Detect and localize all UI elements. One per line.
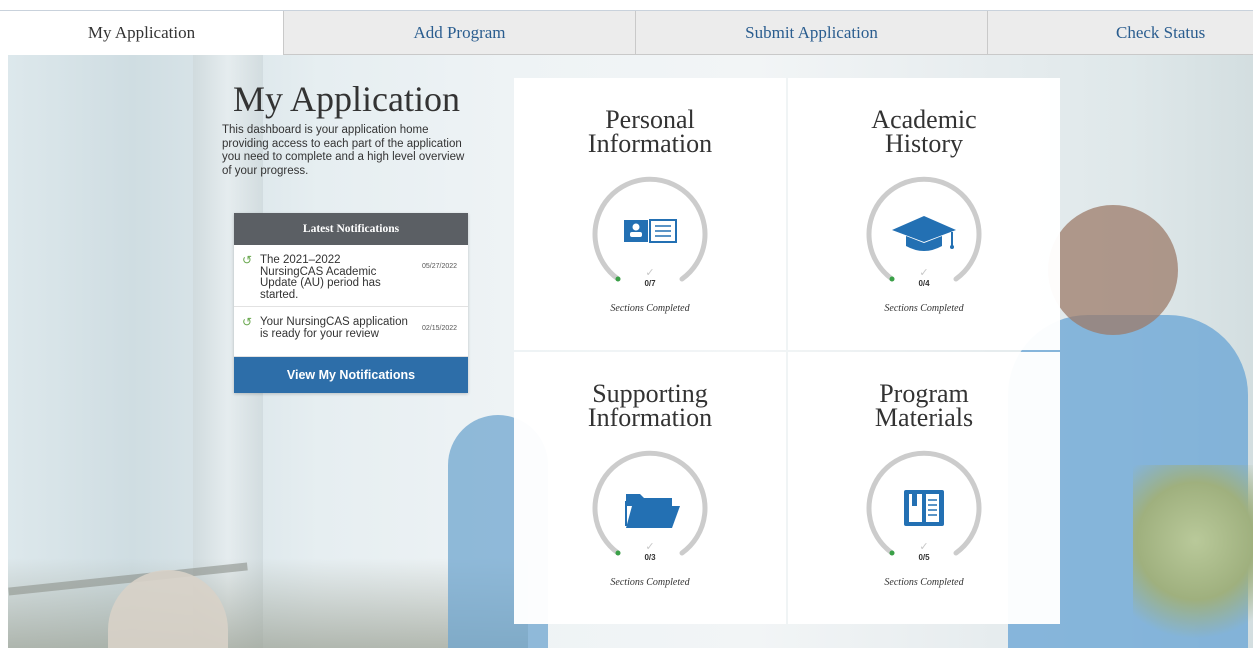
sections-count: 0/5: [918, 553, 930, 562]
card-program-materials[interactable]: Program Materials ✓ 0/5 Sections Complet…: [788, 352, 1060, 624]
card-academic-history[interactable]: Academic History ✓ 0/4 Sections Complete…: [788, 78, 1060, 350]
card-title: Personal Information: [587, 105, 713, 158]
page-description: This dashboard is your application home …: [222, 124, 465, 177]
check-icon: ✓: [919, 541, 929, 553]
card-supporting-information[interactable]: Supporting Information ✓ 0/3 Sections Co…: [514, 352, 786, 624]
tab-my-application[interactable]: My Application: [0, 11, 283, 55]
notification-item[interactable]: ↺ The 2021–2022 NursingCAS Academic Upda…: [234, 245, 468, 307]
section-cards: Personal Information ✓ 0/7 Sections Comp…: [514, 78, 1060, 624]
notification-date: 05/27/2022: [422, 263, 458, 270]
sections-completed-label: Sections Completed: [884, 303, 964, 314]
tab-check-status[interactable]: Check Status: [987, 11, 1253, 55]
tab-submit-application[interactable]: Submit Application: [635, 11, 987, 55]
notification-arrow-icon: ↺: [242, 315, 253, 329]
check-icon: ✓: [645, 267, 655, 279]
tab-add-program[interactable]: Add Program: [283, 11, 635, 55]
page-title: My Application: [233, 79, 460, 119]
sections-count: 0/4: [918, 279, 930, 288]
view-notifications-button[interactable]: View My Notifications: [234, 357, 468, 393]
notification-date: 02/15/2022: [422, 325, 458, 332]
sections-completed-label: Sections Completed: [610, 303, 690, 314]
notification-arrow-icon: ↺: [242, 253, 253, 267]
folder-icon: [625, 494, 680, 528]
sections-completed-label: Sections Completed: [610, 577, 690, 588]
card-title: Program Materials: [874, 379, 974, 432]
sections-count: 0/3: [644, 553, 656, 562]
id-card-icon: [624, 219, 677, 243]
notification-text: Your NursingCAS application is ready for…: [260, 316, 408, 340]
background-nurse-right-head: [1048, 205, 1178, 335]
sections-count: 0/7: [644, 279, 656, 288]
background-plant: [1133, 465, 1253, 648]
card-personal-information[interactable]: Personal Information ✓ 0/7 Sections Comp…: [514, 78, 786, 350]
notifications-panel: Latest Notifications ↺ The 2021–2022 Nur…: [234, 213, 468, 393]
notifications-header: Latest Notifications: [234, 213, 468, 245]
check-icon: ✓: [919, 267, 929, 279]
notification-item[interactable]: ↺ Your NursingCAS application is ready f…: [234, 307, 468, 357]
check-icon: ✓: [645, 541, 655, 553]
main-tabs: My Application Add Program Submit Applic…: [0, 10, 1253, 55]
book-icon: [904, 490, 944, 526]
card-title: Academic History: [871, 105, 977, 158]
graduation-cap-icon: [892, 216, 956, 251]
sections-completed-label: Sections Completed: [884, 577, 964, 588]
card-title: Supporting Information: [587, 379, 713, 432]
notification-text: The 2021–2022 NursingCAS Academic Update…: [260, 254, 381, 301]
